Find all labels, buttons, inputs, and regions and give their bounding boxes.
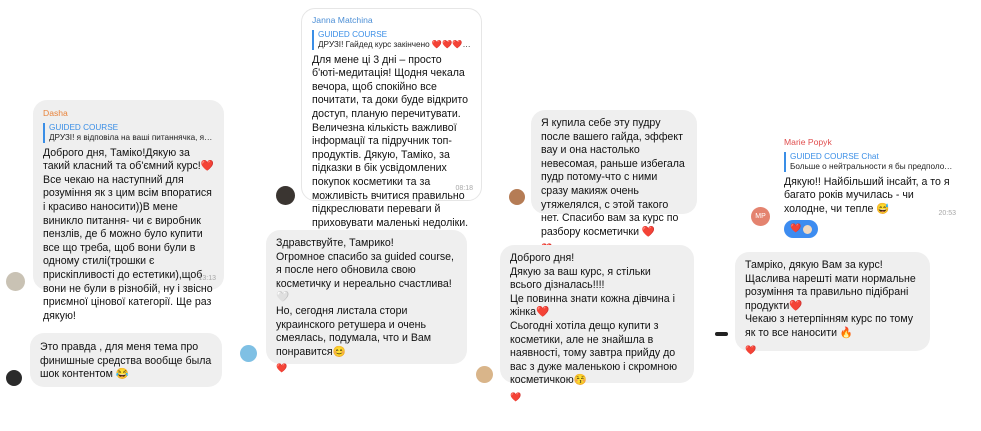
avatar[interactable]	[713, 325, 730, 342]
reply-quote[interactable]: GUIDED COURSE Chat Больше о нейтральност…	[784, 151, 954, 172]
avatar[interactable]	[476, 366, 493, 383]
reactor-avatar	[803, 224, 813, 234]
reaction-pill[interactable]: ❤️	[784, 220, 819, 238]
message-dobroho[interactable]: Доброго дня! Дякую за ваш курс, я стільк…	[500, 245, 694, 402]
reply-title: GUIDED COURSE	[318, 29, 388, 39]
message-time: 08:18	[455, 185, 473, 193]
avatar[interactable]	[276, 186, 295, 205]
message-time: 20:53	[938, 210, 956, 218]
message-pravda[interactable]: Это правда , для меня тема про финишные …	[30, 333, 222, 387]
heart-icon[interactable]: ❤️	[276, 362, 457, 376]
message-marie[interactable]: Marie Popyk GUIDED COURSE Chat Больше о …	[774, 129, 964, 238]
reply-quote[interactable]: GUIDED COURSE ДРУЗІ! Гайдед курс закінче…	[312, 29, 471, 50]
sender-name: Marie Popyk	[784, 137, 832, 147]
avatar-initials: MP	[755, 213, 766, 220]
message-text: Доброго дня, Таміко!Дякую за такий класн…	[43, 146, 214, 322]
message-text: Здравствуйте, Тамрико! Огромное спасибо …	[276, 237, 454, 358]
avatar[interactable]	[509, 189, 525, 205]
message-text: Это правда , для меня тема про финишные …	[40, 341, 212, 381]
avatar[interactable]: MP	[751, 207, 770, 226]
reply-quote[interactable]: GUIDED COURSE ДРУЗІ! я відповіла на ваші…	[43, 122, 214, 143]
message-text: Тамріко, дякую Вам за курс! Щаслива наре…	[745, 259, 916, 339]
reply-text: ДРУЗІ! я відповіла на ваші питаннячка, я…	[49, 132, 214, 142]
message-tamriko[interactable]: Тамріко, дякую Вам за курс! Щаслива наре…	[735, 252, 930, 355]
message-text: Для мене ці 3 дні – просто б'юті-медитац…	[312, 53, 469, 256]
avatar[interactable]	[240, 345, 257, 362]
message-janna[interactable]: Janna Matchina GUIDED COURSE ДРУЗІ! Гайд…	[301, 8, 482, 256]
message-powder[interactable]: Я купила себе эту пудру после вашего гай…	[531, 110, 697, 253]
message-text: Я купила себе эту пудру после вашего гай…	[541, 117, 685, 238]
heart-icon: ❤️	[790, 223, 802, 234]
reply-text: Больше о нейтральности я бы предположил.…	[790, 161, 954, 171]
message-retoucher[interactable]: Здравствуйте, Тамрико! Огромное спасибо …	[266, 230, 467, 373]
reply-title: GUIDED COURSE	[49, 122, 119, 132]
heart-icon[interactable]: ❤️	[745, 344, 920, 358]
message-text: Дякую!! Найбільший інсайт, а то я багато…	[784, 175, 950, 215]
heart-icon[interactable]: ❤️	[510, 391, 684, 405]
message-dasha[interactable]: Dasha GUIDED COURSE ДРУЗІ! я відповіла н…	[33, 100, 224, 322]
message-text: Доброго дня! Дякую за ваш курс, я стільк…	[510, 252, 678, 387]
avatar[interactable]	[6, 272, 25, 291]
reply-title: GUIDED COURSE Chat	[790, 151, 879, 161]
reply-text: ДРУЗІ! Гайдед курс закінчено ❤️❤️❤️❤️...	[318, 39, 471, 49]
message-time: 13:13	[198, 275, 216, 283]
avatar-photo	[715, 331, 728, 336]
sender-name: Janna Matchina	[312, 15, 373, 25]
sender-name: Dasha	[43, 108, 68, 118]
avatar[interactable]	[6, 370, 22, 386]
